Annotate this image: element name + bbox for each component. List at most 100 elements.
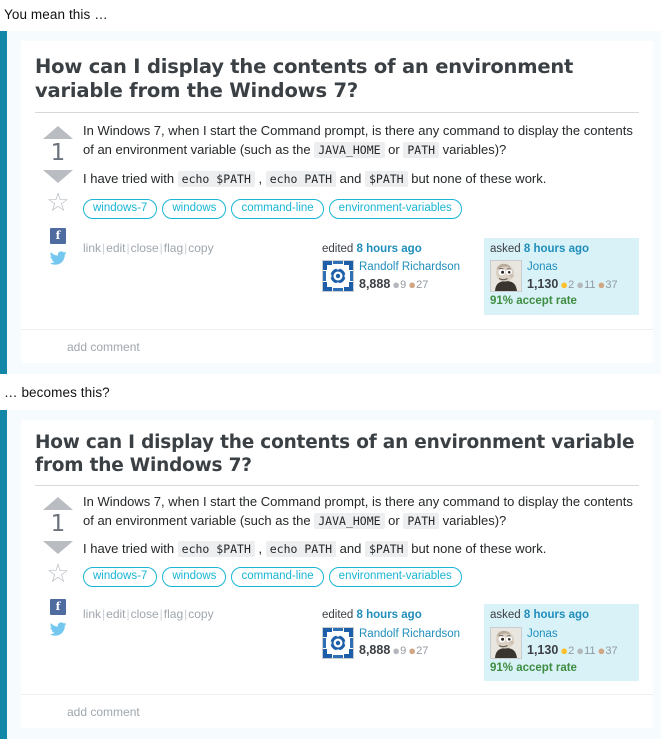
add-comment-link[interactable]: add comment — [21, 328, 653, 363]
post-content: In Windows 7, when I start the Command p… — [81, 122, 639, 315]
inline-code-echo-dollar-path: echo $PATH — [177, 540, 255, 557]
post-action-links: link|edit|close|flag|copy — [83, 238, 308, 255]
tag-windows[interactable]: windows — [162, 567, 227, 587]
paragraph-2-text-d: but none of these work. — [407, 540, 547, 556]
editor-bronze-count: 27 — [416, 645, 429, 658]
vote-down-icon[interactable] — [43, 540, 73, 554]
asked-time[interactable]: 8 hours ago — [524, 243, 589, 255]
link-action[interactable]: link — [83, 607, 101, 621]
edited-time[interactable]: 8 hours ago — [357, 243, 422, 255]
paragraph-2-text-b: , — [254, 171, 266, 187]
editor-user-card: edited 8 hours ago Randolf Richardson 8,… — [316, 604, 476, 664]
asker-gold-badge: ●2 — [560, 278, 574, 291]
asked-timestamp: asked 8 hours ago — [490, 608, 633, 624]
editor-bronze-badge: ●27 — [408, 644, 429, 658]
post-meta: link|edit|close|flag|copy edited 8 hours… — [83, 603, 639, 682]
close-action[interactable]: close — [131, 607, 159, 621]
twitter-icon[interactable] — [49, 622, 67, 639]
editor-user-card: edited 8 hours ago Randolf Richardson 8,… — [316, 238, 476, 298]
post-meta: link|edit|close|flag|copy edited 8 hours… — [83, 237, 639, 315]
add-comment-link[interactable]: add comment — [21, 694, 653, 729]
star-icon[interactable]: ☆ — [46, 560, 69, 586]
edited-label: edited — [322, 242, 354, 255]
post-paragraph-1: In Windows 7, when I start the Command p… — [83, 122, 639, 160]
editor-user-name[interactable]: Randolf Richardson — [359, 627, 460, 643]
facebook-icon[interactable]: f — [50, 598, 66, 615]
tag-environment-variables[interactable]: environment-variables — [328, 567, 462, 587]
asker-silver-count: 11 — [584, 645, 596, 658]
flag-action[interactable]: flag — [164, 607, 183, 621]
caption-before: You mean this … — [4, 7, 108, 22]
facebook-icon[interactable]: f — [50, 228, 66, 245]
post-paragraph-2: I have tried with echo $PATH , echo PATH… — [83, 170, 639, 189]
edited-timestamp: edited 8 hours ago — [322, 608, 470, 624]
identicon-avatar[interactable] — [322, 260, 354, 293]
identicon-avatar[interactable] — [322, 626, 354, 659]
inline-code-echo-path: echo PATH — [265, 171, 337, 188]
asker-user-name[interactable]: Jonas — [527, 260, 618, 276]
editor-user-name[interactable]: Randolf Richardson — [359, 260, 460, 276]
accept-rate: 91% accept rate — [490, 661, 577, 674]
asker-bronze-count: 37 — [605, 645, 618, 658]
share-buttons: f — [49, 228, 67, 268]
question-title[interactable]: How can I display the contents of an env… — [21, 41, 653, 112]
editor-silver-count: 9 — [400, 278, 407, 291]
tag-list: windows-7 windows command-line environme… — [83, 198, 639, 219]
tag-windows-7[interactable]: windows-7 — [83, 198, 158, 219]
vote-down-icon[interactable] — [43, 170, 73, 184]
tag-windows-7[interactable]: windows-7 — [83, 567, 158, 587]
editor-user-info: Randolf Richardson 8,888 ●9 ●27 — [359, 627, 460, 659]
asker-reputation: 1,130 ●2 ●11 ●37 — [527, 276, 618, 293]
copy-action[interactable]: copy — [188, 607, 213, 621]
gold-badge-icon: ● — [560, 643, 569, 659]
link-action[interactable]: link — [83, 241, 101, 255]
cartoon-face-avatar[interactable] — [490, 260, 522, 293]
bronze-badge-icon: ● — [408, 276, 417, 292]
copy-action[interactable]: copy — [188, 241, 213, 255]
asker-silver-badge: ●11 — [576, 644, 596, 658]
tag-command-line[interactable]: command-line — [231, 198, 324, 219]
question-title[interactable]: How can I display the contents of an env… — [21, 420, 653, 485]
editor-reputation: 8,888 ●9 ●27 — [359, 642, 460, 659]
vote-up-icon[interactable] — [43, 496, 73, 510]
asker-silver-count: 11 — [584, 278, 596, 291]
tag-list: windows-7 windows command-line environme… — [83, 567, 639, 587]
paragraph-1-text-b: or — [384, 142, 404, 158]
flag-action[interactable]: flag — [164, 241, 183, 255]
editor-user-row: Randolf Richardson 8,888 ●9 ●27 — [322, 626, 470, 659]
close-action[interactable]: close — [131, 241, 159, 255]
paragraph-1-text-c: variables)? — [439, 142, 507, 158]
editor-user-info: Randolf Richardson 8,888 ●9 ●27 — [359, 260, 460, 292]
asked-time[interactable]: 8 hours ago — [524, 609, 589, 621]
tag-command-line[interactable]: command-line — [231, 567, 324, 587]
cartoon-face-avatar[interactable] — [490, 626, 522, 659]
post-content: In Windows 7, when I start the Command p… — [81, 493, 639, 682]
vote-up-icon[interactable] — [43, 126, 73, 140]
paragraph-2-text-b: , — [254, 540, 266, 556]
editor-silver-count: 9 — [400, 645, 407, 658]
paragraph-2-text-d: but none of these work. — [407, 171, 547, 187]
star-icon[interactable]: ☆ — [46, 189, 69, 215]
vote-column: 1 ☆ f — [35, 493, 81, 639]
twitter-icon[interactable] — [49, 251, 67, 268]
tag-windows[interactable]: windows — [162, 198, 227, 219]
inline-code-dollar-path: $PATH — [364, 171, 408, 188]
vote-count: 1 — [50, 510, 66, 537]
edit-action[interactable]: edit — [106, 241, 125, 255]
inline-code-dollar-path: $PATH — [364, 540, 408, 557]
silver-badge-icon: ● — [392, 276, 401, 292]
asker-user-name[interactable]: Jonas — [527, 627, 618, 643]
asker-user-info: Jonas 1,130 ●2 ●11 ●37 — [527, 260, 618, 292]
tag-environment-variables[interactable]: environment-variables — [328, 198, 462, 219]
edit-action[interactable]: edit — [106, 607, 125, 621]
inline-code-path: PATH — [403, 142, 440, 159]
edited-time[interactable]: 8 hours ago — [357, 609, 422, 621]
question-card-before: How can I display the contents of an env… — [0, 31, 661, 374]
inline-code-echo-dollar-path: echo $PATH — [177, 171, 255, 188]
asker-user-row: Jonas 1,130 ●2 ●11 ●37 — [490, 260, 633, 293]
paragraph-2-text-a: I have tried with — [83, 540, 178, 556]
paragraph-1-text-b: or — [384, 512, 404, 528]
asked-label: asked — [490, 242, 521, 255]
paragraph-2-text-c: and — [336, 540, 365, 556]
post-action-links: link|edit|close|flag|copy — [83, 604, 308, 621]
